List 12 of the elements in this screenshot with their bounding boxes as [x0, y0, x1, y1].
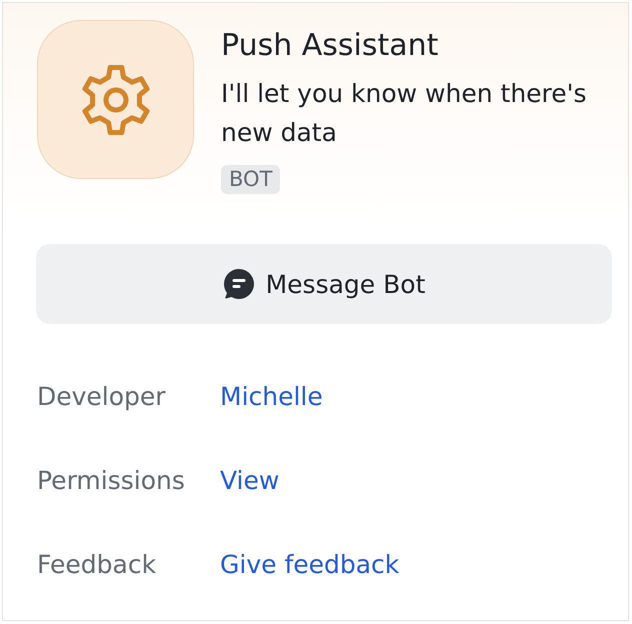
detail-label: Feedback: [37, 550, 156, 578]
bot-description: I'll let you know when there's new data: [221, 78, 588, 149]
detail-link[interactable]: Give feedback: [220, 550, 400, 578]
gear-icon: [80, 62, 152, 136]
bot-name: Push Assistant: [221, 27, 438, 65]
detail-link[interactable]: Michelle: [220, 382, 323, 410]
chat-bubble-icon: [222, 268, 255, 300]
detail-link[interactable]: View: [220, 466, 280, 494]
detail-label: Developer: [37, 382, 166, 410]
message-bot-button[interactable]: Message Bot: [36, 244, 612, 324]
bot-tag: BOT: [221, 165, 280, 194]
detail-label: Permissions: [37, 466, 185, 494]
